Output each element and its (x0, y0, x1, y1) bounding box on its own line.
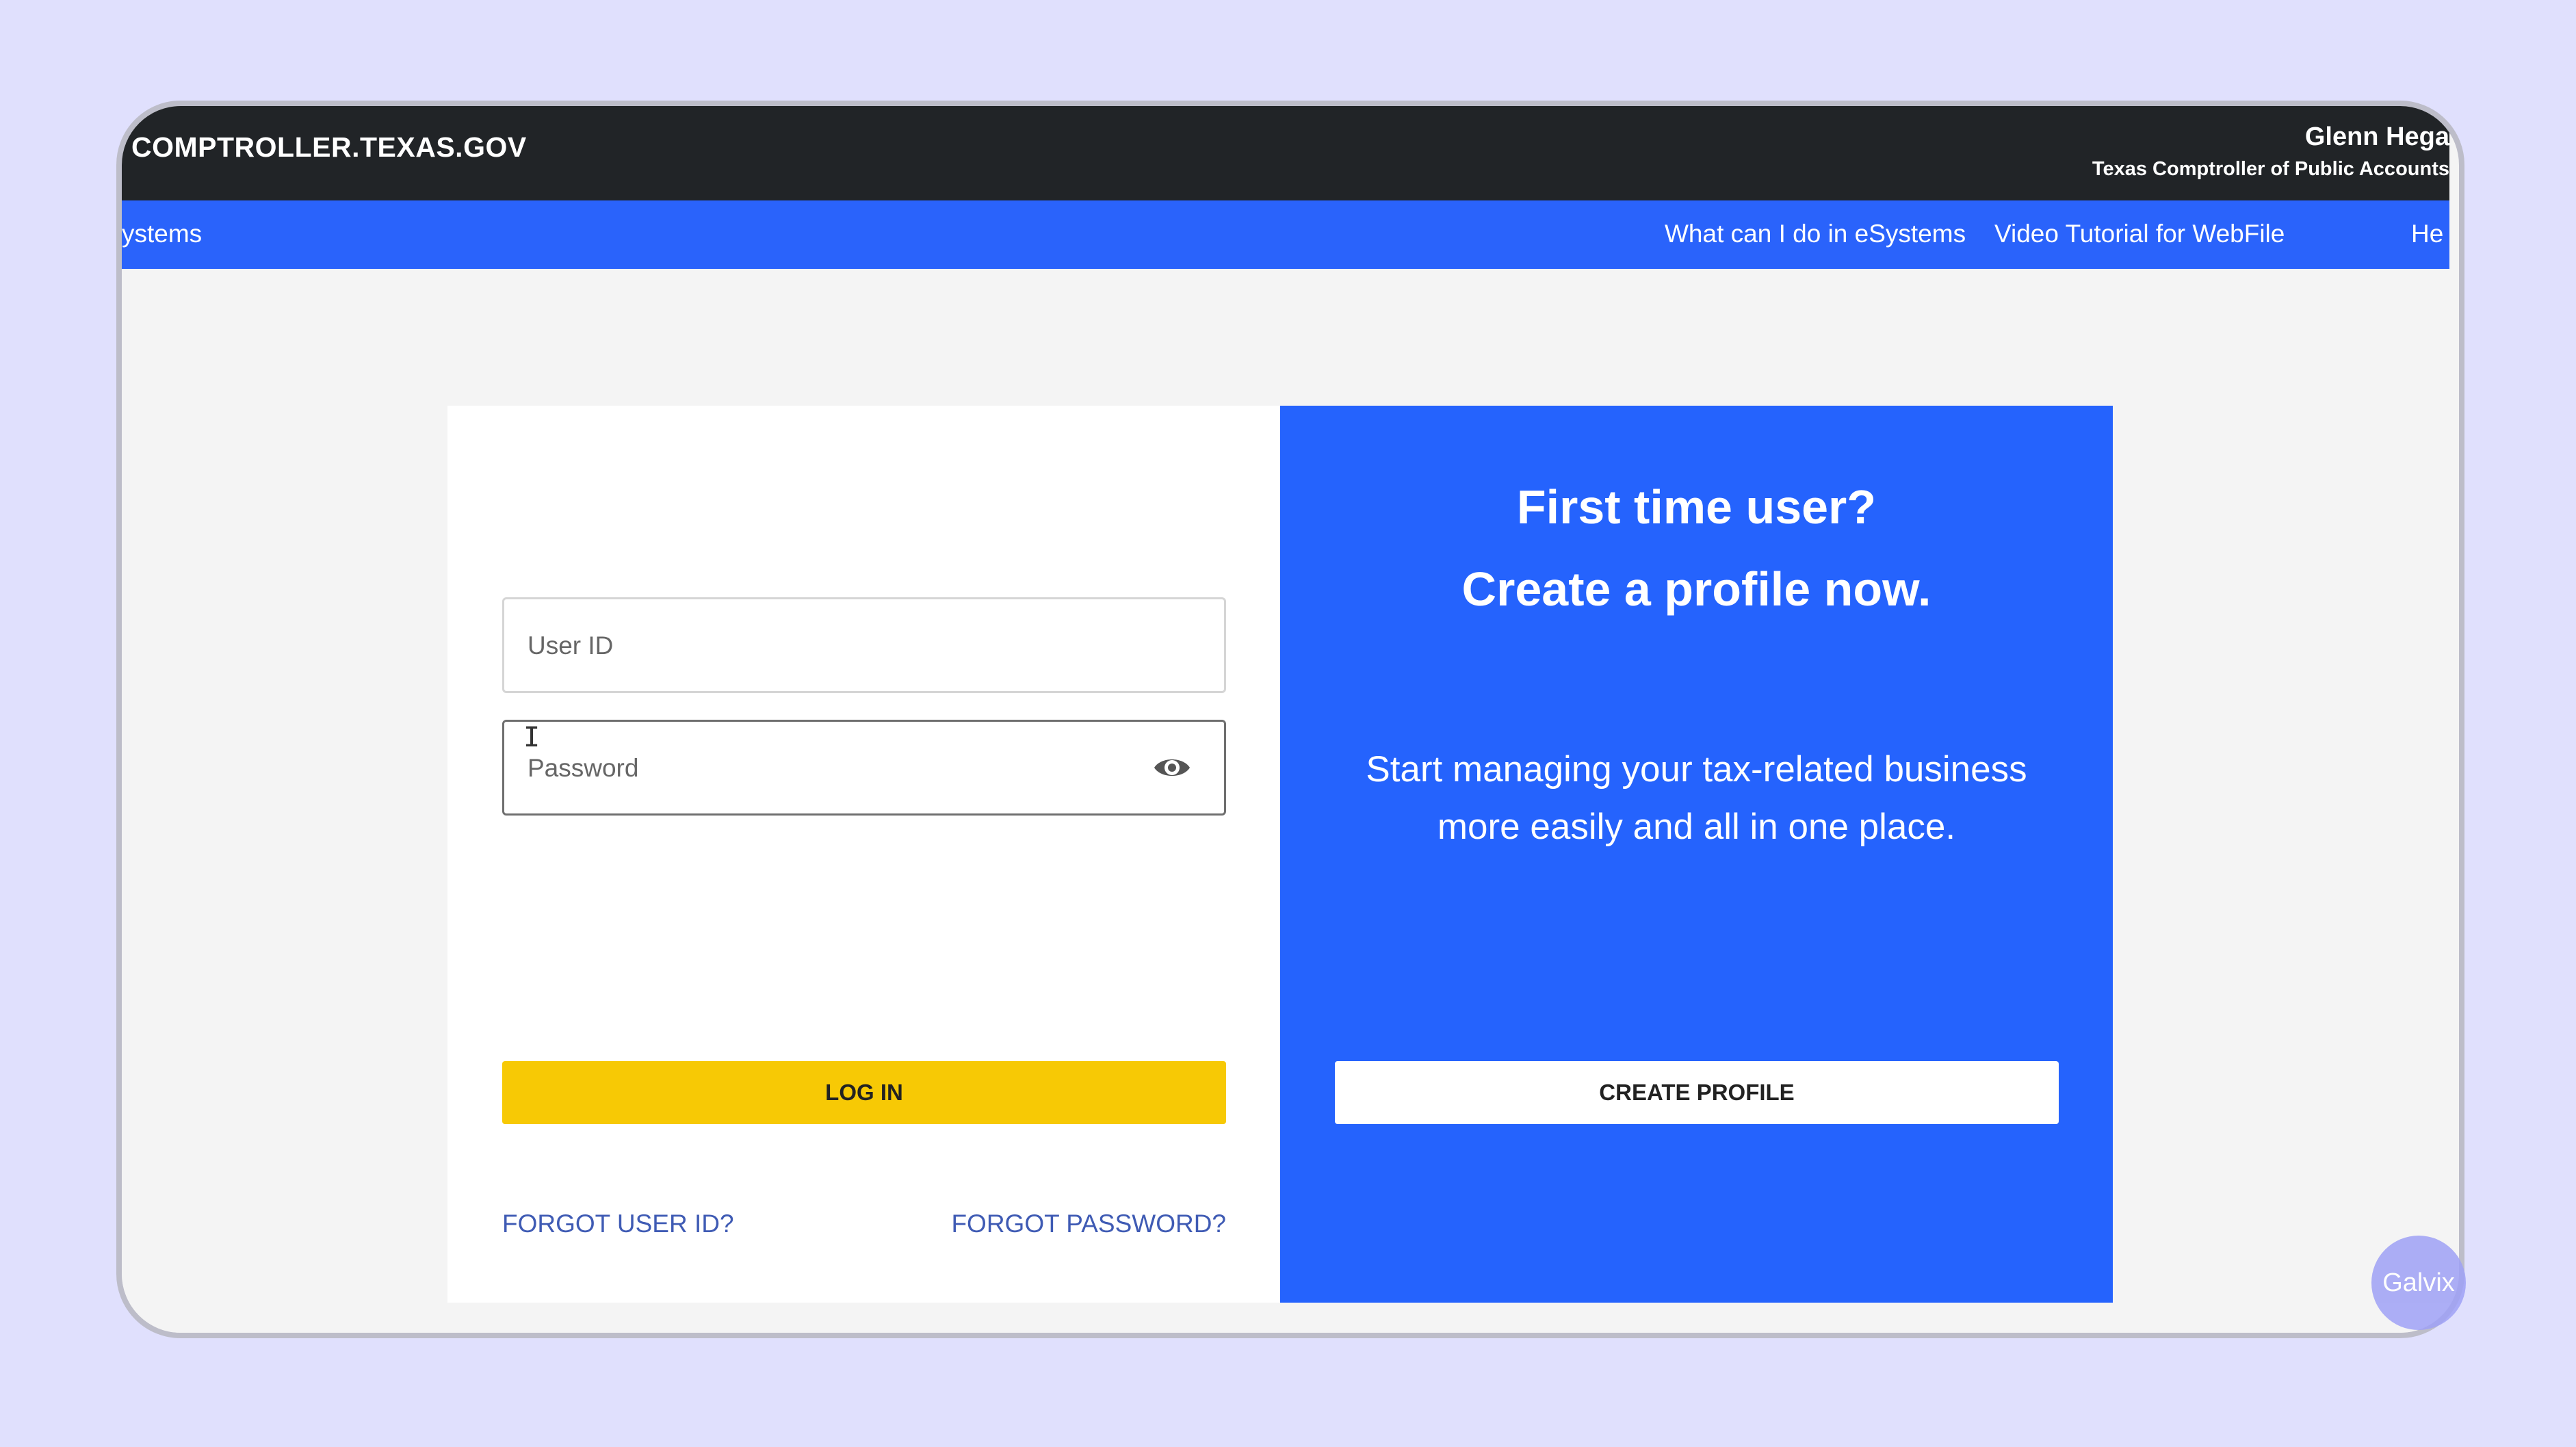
login-button[interactable]: LOG IN (502, 1061, 1226, 1124)
signup-description: Start managing your tax-related business… (1280, 741, 2113, 856)
user-id-input[interactable] (526, 599, 1145, 692)
main-content: I LOG IN FORGOT USER ID? FORGOT PASSWORD… (122, 269, 2449, 1333)
user-id-field[interactable] (502, 597, 1226, 693)
forgot-user-id-link[interactable]: FORGOT USER ID? (502, 1210, 734, 1238)
signup-description-line2: more easily and all in one place. (1437, 807, 1956, 847)
signup-heading-line1: First time user? (1516, 480, 1877, 534)
forgot-password-link[interactable]: FORGOT PASSWORD? (951, 1210, 1226, 1238)
main-navigation: ystems What can I do in eSystems Video T… (122, 200, 2449, 269)
signup-heading: First time user? Create a profile now. (1280, 466, 2113, 630)
password-input[interactable] (526, 722, 1145, 815)
nav-item-help[interactable]: He (2411, 220, 2443, 248)
galvix-watermark: Galvix (2371, 1236, 2466, 1330)
password-field[interactable]: I (502, 720, 1226, 816)
browser-frame: COMPTROLLER.TEXAS.GOV Glenn Hega Texas C… (116, 101, 2464, 1338)
official-title: Texas Comptroller of Public Accounts (2092, 158, 2449, 180)
signup-description-line1: Start managing your tax-related business (1366, 749, 2027, 790)
site-header: COMPTROLLER.TEXAS.GOV Glenn Hega Texas C… (122, 106, 2449, 200)
eye-icon[interactable] (1153, 753, 1191, 782)
login-panel: I LOG IN FORGOT USER ID? FORGOT PASSWORD… (447, 406, 1280, 1303)
nav-item-esystems[interactable]: ystems (122, 220, 202, 248)
signup-panel: First time user? Create a profile now. S… (1280, 406, 2113, 1303)
nav-item-video-tutorial[interactable]: Video Tutorial for WebFile (1994, 220, 2285, 248)
nav-item-what-can-i-do[interactable]: What can I do in eSystems (1665, 220, 1966, 248)
official-name: Glenn Hega (2304, 122, 2449, 151)
signup-heading-line2: Create a profile now. (1461, 562, 1931, 616)
site-name[interactable]: COMPTROLLER.TEXAS.GOV (131, 131, 527, 164)
create-profile-button[interactable]: CREATE PROFILE (1335, 1061, 2059, 1124)
